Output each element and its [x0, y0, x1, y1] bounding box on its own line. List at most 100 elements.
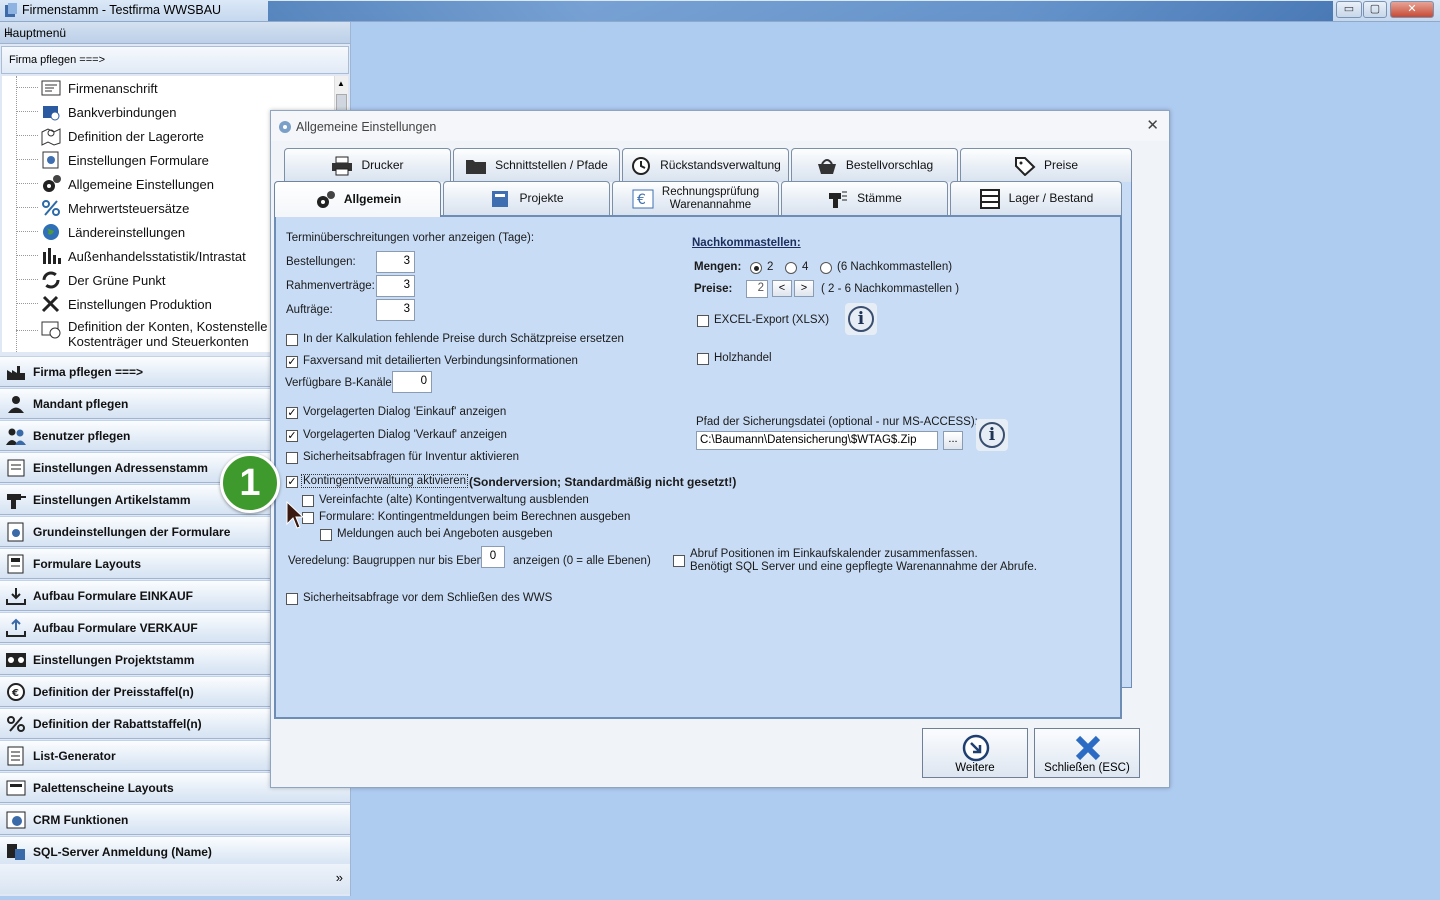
close-confirm-checkbox[interactable]	[286, 593, 298, 605]
tree-connector	[16, 87, 38, 88]
price-decimals-prev-button[interactable]: <	[772, 280, 792, 297]
close-esc-button[interactable]: Schließen (ESC)	[1034, 728, 1140, 778]
tab-lager-bestand[interactable]: Lager / Bestand	[950, 181, 1122, 215]
pre-dialog-sell-label: Vorgelagerten Dialog 'Verkauf' anzeigen	[303, 429, 507, 441]
tab-projekte[interactable]: Projekte	[443, 181, 610, 215]
more-icon[interactable]: »	[336, 870, 343, 885]
quantity-radio-2[interactable]	[750, 262, 762, 274]
close-window-button[interactable]: ✕	[1390, 1, 1434, 18]
nav-item-label: Firma pflegen ===>	[33, 364, 144, 379]
nav-item-label: Aufbau Formulare EINKAUF	[33, 588, 194, 603]
tab-label: Allgemein	[343, 192, 402, 206]
browse-button[interactable]: ...	[943, 431, 963, 450]
tab-schnittstellen[interactable]: Schnittstellen / Pfade	[453, 148, 620, 182]
shelf-icon	[979, 188, 1000, 209]
address-book-icon	[7, 459, 25, 476]
mouse-cursor-icon	[286, 500, 305, 529]
tree-item-gruener-punkt[interactable]: Der Grüne Punkt	[40, 269, 166, 291]
tab-rueckstandsverwaltung[interactable]: Rückstandsverwaltung	[622, 148, 789, 182]
tree-item-allgemeine-einstellungen[interactable]: Allgemeine Einstellungen	[40, 173, 214, 195]
tab-staemme[interactable]: Stämme	[781, 181, 948, 215]
pin-icon[interactable]: ⊥	[4, 25, 344, 38]
tree-connector	[16, 135, 38, 136]
quota-management-checkbox[interactable]: ✓	[286, 476, 298, 488]
inventory-safety-checkbox[interactable]	[286, 452, 298, 464]
quota-forms-label: Formulare: Kontingentmeldungen beim Bere…	[319, 511, 631, 523]
excel-export-label: EXCEL-Export (XLSX)	[714, 314, 830, 326]
nav-item-label: Mandant pflegen	[33, 396, 129, 411]
price-decimals-label: Preise:	[694, 283, 733, 295]
wood-trade-checkbox[interactable]	[697, 353, 709, 365]
close-esc-button-label: Schließen (ESC)	[1044, 762, 1130, 774]
section-header-label: Firma pflegen ===>	[9, 54, 106, 66]
jobs-input[interactable]: 3	[376, 299, 415, 321]
tag-icon	[1014, 156, 1036, 176]
backup-path-input[interactable]: C:\Baumann\Datensicherung\$WTAG$.Zip	[696, 431, 938, 450]
quota-simple-label: Vereinfachte (alte) Kontingentverwaltung…	[319, 494, 589, 506]
users-icon	[6, 428, 26, 445]
dialog-title: Allgemeine Einstellungen	[296, 120, 437, 134]
minimize-button[interactable]: ▭	[1336, 1, 1362, 18]
form-gear-icon	[7, 522, 24, 541]
history-icon	[632, 156, 651, 175]
dialog-close-icon[interactable]: ✕	[1146, 116, 1159, 134]
b-channels-input[interactable]: 0	[392, 371, 432, 393]
tree-connector	[16, 159, 38, 160]
tab-panel-allgemein: Terminüberschreitungen vorher anzeigen (…	[274, 215, 1122, 719]
tab-bestellvorschlag[interactable]: Bestellvorschlag	[791, 148, 958, 182]
tab-label: Preise	[1043, 158, 1078, 172]
quantity-radio-4[interactable]	[785, 262, 797, 274]
scroll-up-icon[interactable]: ▲	[337, 79, 345, 88]
tab-drucker[interactable]: Drucker	[284, 148, 451, 182]
price-decimals-next-button[interactable]: >	[794, 280, 814, 297]
tab-allgemein[interactable]: Allgemein	[274, 181, 441, 217]
excel-info-button[interactable]: i	[845, 303, 877, 335]
price-decimals-input[interactable]: 2	[746, 280, 768, 298]
calls-summary-line1: Abruf Positionen im Einkaufskalender zus…	[690, 548, 978, 560]
tree-item-bankverbindungen[interactable]: Bankverbindungen	[40, 101, 176, 123]
tree-item-mehrwertsteuersaetze[interactable]: Mehrwertsteuersätze	[40, 197, 189, 219]
tools-icon	[41, 295, 60, 313]
form-settings-icon	[42, 151, 59, 169]
section-header[interactable]: Firma pflegen ===>	[1, 46, 349, 74]
backup-info-button[interactable]: i	[976, 419, 1008, 451]
frame-contracts-input[interactable]: 3	[376, 275, 415, 297]
discount-icon	[7, 715, 25, 732]
accounts-icon	[41, 321, 61, 339]
maximize-button[interactable]: ▢	[1363, 1, 1387, 18]
tab-rechnungspruefung[interactable]: € Rechnungsprüfung Warenannahme	[612, 181, 779, 215]
more-button[interactable]: Weitere	[922, 728, 1028, 778]
tree-item-konten[interactable]: Definition der Konten, Kostenstelle Koste…	[40, 319, 267, 351]
globe-icon	[43, 224, 59, 240]
close-confirm-label: Sicherheitsabfrage vor dem Schließen des…	[303, 592, 553, 604]
frame-contracts-label: Rahmenverträge:	[286, 280, 375, 292]
pre-dialog-sell-checkbox[interactable]: ✓	[286, 430, 298, 442]
bar-chart-icon	[43, 248, 61, 264]
quota-offers-checkbox[interactable]	[320, 529, 332, 541]
quota-note: (Sonderversion; Standardmäßig nicht gese…	[469, 475, 737, 489]
orders-input[interactable]: 3	[376, 251, 415, 273]
pre-dialog-buy-checkbox[interactable]: ✓	[286, 407, 298, 419]
fax-details-checkbox[interactable]: ✓	[286, 356, 298, 368]
tree-item-lagerorte[interactable]: Definition der Lagerorte	[40, 125, 204, 147]
tab-label: Schnittstellen / Pfade	[495, 158, 608, 172]
tree-item-einstellungen-formulare[interactable]: Einstellungen Formulare	[40, 149, 209, 171]
excel-export-checkbox[interactable]	[697, 315, 709, 327]
nav-item-label: Einstellungen Adressenstamm	[33, 460, 208, 475]
nav-item-sql-server[interactable]: SQL-Server Anmeldung (Name)	[0, 836, 350, 867]
project-icon	[6, 652, 26, 667]
tree-item-einstellungen-produktion[interactable]: Einstellungen Produktion	[40, 293, 212, 315]
tree-item-laendereinstellungen[interactable]: Ländereinstellungen	[40, 221, 185, 243]
tab-preise[interactable]: Preise	[960, 148, 1132, 182]
refine-level-input[interactable]: 0	[481, 546, 505, 568]
tree-connector	[16, 330, 38, 331]
tree-item-firmenanschrift[interactable]: Firmenanschrift	[40, 77, 158, 99]
quantity-radio-6[interactable]	[820, 262, 832, 274]
calls-summary-checkbox[interactable]	[673, 555, 685, 567]
nav-item-crm-funktionen[interactable]: CRM Funktionen	[0, 804, 350, 835]
calc-estimate-checkbox[interactable]	[286, 334, 298, 346]
inventory-safety-label: Sicherheitsabfragen für Inventur aktivie…	[303, 451, 520, 463]
crm-icon	[6, 811, 26, 828]
tree-connector	[16, 303, 38, 304]
tree-item-aussenhandelsstatistik[interactable]: Außenhandelsstatistik/Intrastat	[40, 245, 246, 267]
